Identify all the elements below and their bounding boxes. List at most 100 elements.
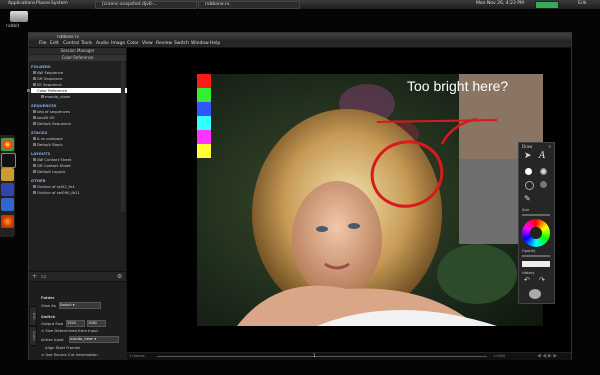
window-titlebar[interactable]: rvbbone.rv	[29, 33, 571, 40]
swatch-yellow	[197, 144, 211, 158]
menu-image[interactable]: Image	[111, 41, 125, 46]
circle-tool-icon[interactable]	[525, 181, 534, 190]
list-item[interactable]: AW Sequence	[32, 70, 63, 75]
brush-solid-icon[interactable]	[525, 168, 532, 175]
system-menu[interactable]: System	[51, 1, 68, 6]
timeline-start: 1 frames	[129, 354, 145, 358]
app-icon-2[interactable]	[1, 198, 14, 211]
user-name[interactable]: Erik	[578, 1, 587, 6]
hard-drive-label: rvbbit	[6, 24, 20, 29]
menu-control[interactable]: Control	[63, 41, 79, 46]
list-item[interactable]: GR Sequence	[33, 76, 63, 81]
select-arrow-icon[interactable]: ➤	[524, 152, 532, 161]
swatch-blue	[197, 102, 211, 116]
view-as-label: View As	[41, 303, 56, 308]
settings-icon[interactable]: ⚙	[117, 273, 122, 280]
app-icon-3[interactable]	[1, 215, 14, 228]
view-as-select[interactable]: Switch ▾	[59, 302, 101, 309]
app-icon[interactable]	[1, 183, 14, 196]
list-item[interactable]: Outline of sei090_fb11	[33, 190, 80, 195]
color-swatches	[197, 74, 211, 158]
image-viewer[interactable]: Too bright here?	[127, 48, 571, 352]
text-tool-icon[interactable]: A	[539, 152, 546, 161]
terminal-icon[interactable]	[1, 153, 16, 168]
clear-icon[interactable]	[529, 289, 541, 299]
section-folders: FOLDERS	[31, 64, 51, 69]
pen-icon[interactable]: ✎	[524, 195, 531, 203]
list-item-selected[interactable]: Color Reference	[27, 88, 130, 93]
output-height-field[interactable]: 1080	[87, 320, 106, 327]
active-input-value: mando_clean	[70, 337, 94, 341]
browser-icon[interactable]	[1, 138, 14, 151]
taskbar-browser[interactable]: [cinenc-snapshot.djv0-...	[95, 1, 197, 9]
menu-switch[interactable]: Switch	[174, 41, 189, 46]
swatch-cyan	[197, 116, 211, 130]
section-sequences: SEQUENCES	[31, 103, 57, 108]
redo-icon[interactable]: ↷	[539, 276, 545, 284]
folder-add-icon[interactable]: ▭	[41, 273, 47, 280]
frame-marker[interactable]: 1	[313, 353, 316, 358]
active-input-select[interactable]: mando_clean ▾	[69, 336, 119, 343]
applications-menu[interactable]: Applications	[8, 1, 36, 6]
color-wheel[interactable]	[522, 219, 550, 247]
tab-edit[interactable]: Edit	[29, 306, 37, 326]
list-item[interactable]: mando_clean	[40, 94, 70, 99]
use-source-cut-checkbox[interactable]: × Use Source Cut Information	[41, 352, 98, 357]
view-as-value: Switch	[60, 303, 72, 307]
list-item[interactable]: Default Sequence	[33, 121, 71, 126]
output-width-field[interactable]: 1920	[66, 320, 85, 327]
section-stacks: STACKS	[31, 130, 48, 135]
menu-view[interactable]: View	[142, 41, 153, 46]
taskbar-rv[interactable]: rvbbone.rv	[198, 1, 300, 9]
list-item[interactable]: GR Contact Sheet	[33, 163, 71, 168]
color-preview	[522, 261, 550, 267]
dock	[0, 135, 16, 237]
folder-heading: Folder	[41, 295, 55, 300]
output-size-label: Output Size	[41, 321, 64, 326]
dodge-tool-icon[interactable]	[540, 181, 547, 188]
list-item[interactable]: seq of sequences	[32, 109, 70, 114]
taskbar-browser-label: [cinenc-snapshot.djv0-...	[102, 2, 158, 7]
places-menu[interactable]: Places	[36, 1, 50, 6]
close-icon[interactable]: ×	[548, 144, 551, 149]
menu-audio[interactable]: Audio	[96, 41, 109, 46]
list-item[interactable]: seo00 00	[33, 115, 55, 120]
timeline-end: 1.0000	[493, 354, 506, 358]
list-item[interactable]: AW Contact Sheet	[32, 157, 71, 162]
list-item[interactable]: Default Layout	[33, 169, 65, 174]
hard-drive-icon[interactable]	[10, 11, 28, 22]
list-item[interactable]: A vs compare	[33, 136, 63, 141]
menu-file[interactable]: File	[39, 41, 47, 46]
menu-edit[interactable]: Edit	[50, 41, 59, 46]
clock[interactable]: Mon Nov 26, 4:23 PM	[476, 1, 524, 6]
use-source-cut-label: Use Source Cut Information	[45, 352, 98, 357]
add-icon[interactable]: +	[32, 273, 37, 280]
list-item[interactable]: Outline of ssi02_fn4	[33, 184, 75, 189]
size-slider[interactable]	[522, 214, 550, 216]
size-determined-label: Size Determined from Input	[45, 328, 98, 333]
annotation-text: Too bright here?	[407, 78, 509, 94]
menu-tools[interactable]: Tools	[81, 41, 92, 46]
active-input-label: Active Input	[41, 337, 64, 342]
scrollbar[interactable]	[121, 62, 125, 212]
menu-window[interactable]: Window	[191, 41, 209, 46]
undo-icon[interactable]: ↶	[524, 276, 530, 284]
align-start-checkbox[interactable]: Align Start Frames	[45, 345, 80, 350]
list-item[interactable]: SE Sequence	[33, 82, 62, 87]
list-item[interactable]: Default Stack	[33, 142, 63, 147]
timeline-track[interactable]	[157, 356, 487, 357]
size-determined-checkbox[interactable]: × Size Determined from Input	[41, 328, 98, 333]
opacity-label: Opacity	[522, 249, 536, 253]
menu-color[interactable]: Color	[127, 41, 139, 46]
timeline[interactable]: 1 frames 1 1.0000 ◀ ◀ ▶ ▶	[127, 352, 571, 360]
menu-help[interactable]: Help	[210, 41, 220, 46]
align-start-label: Align Start Frames	[45, 345, 81, 350]
playback-controls[interactable]: ◀ ◀ ▶ ▶	[537, 353, 557, 359]
folder-icon[interactable]	[1, 168, 14, 181]
brush-soft-icon[interactable]	[540, 168, 547, 175]
tab-color[interactable]: Color	[29, 326, 37, 346]
opacity-slider[interactable]	[522, 255, 550, 257]
section-layouts: LAYOUTS	[31, 151, 51, 156]
menu-review[interactable]: Review	[156, 41, 172, 46]
menubar: File Edit Control Tools Audio Image Colo…	[29, 40, 571, 48]
